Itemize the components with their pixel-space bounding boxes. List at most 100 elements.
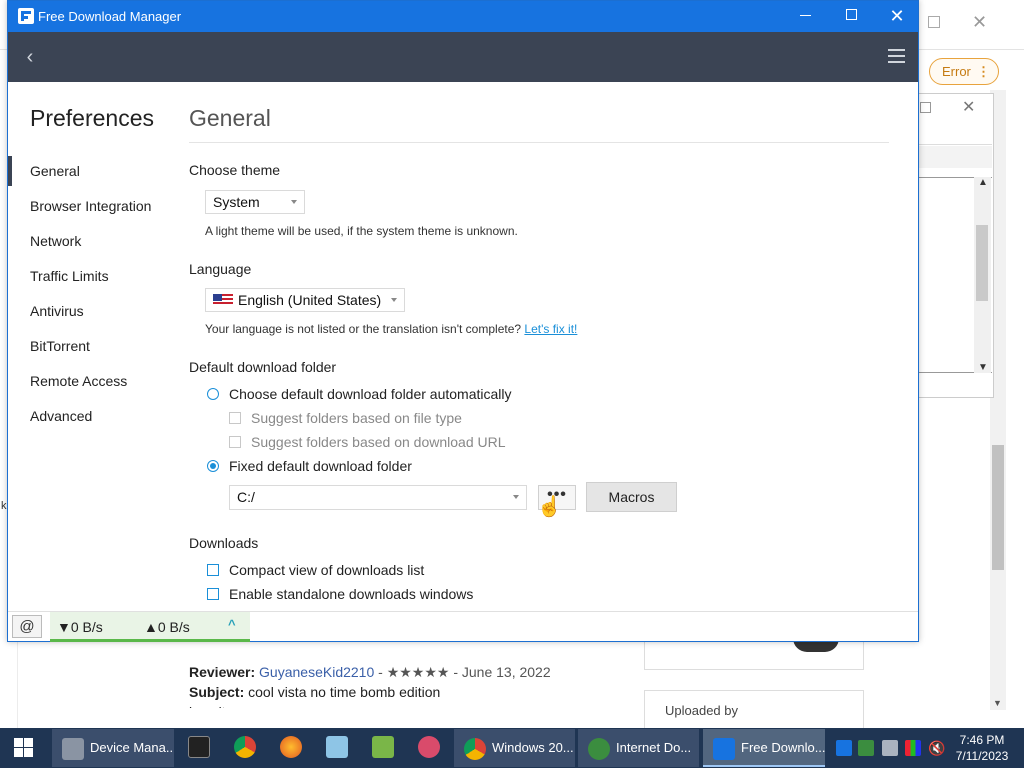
preferences-content: Preferences General Browser Integration … xyxy=(8,82,918,611)
subject-text: cool vista no time bomb edition xyxy=(244,684,441,700)
fix-translation-link[interactable]: Let's fix it! xyxy=(524,322,577,336)
preferences-title: Preferences xyxy=(30,105,155,131)
notepad-icon[interactable] xyxy=(326,736,348,758)
divider xyxy=(918,144,992,145)
volume-mute-icon[interactable]: 🔇 xyxy=(928,740,945,756)
snail-mode-icon[interactable]: @ xyxy=(12,615,42,638)
system-tray: 🔇 xyxy=(830,728,950,768)
taskbar-item-chrome-windows[interactable]: Windows 20... xyxy=(454,729,575,767)
theme-dropdown[interactable]: System xyxy=(205,190,305,214)
upload-speed: ▲0 B/s xyxy=(144,619,190,635)
suggest-url-label: Suggest folders based on download URL xyxy=(251,434,506,450)
scroll-down-icon[interactable]: ▼ xyxy=(978,362,988,373)
suggest-url-row: Suggest folders based on download URL xyxy=(229,433,506,451)
dialog-maximize-icon[interactable] xyxy=(920,102,931,113)
dialog-bar xyxy=(918,146,992,168)
folder-path-dropdown[interactable]: C:/ xyxy=(229,485,527,510)
minimize-button[interactable] xyxy=(782,1,828,32)
close-icon: ✕ xyxy=(889,6,905,26)
scroll-up-icon[interactable]: ▲ xyxy=(978,177,988,188)
back-button[interactable]: ‹ xyxy=(20,45,40,69)
fixed-folder-radio[interactable] xyxy=(207,459,219,472)
chrome-icon xyxy=(464,737,486,760)
nav-item-advanced[interactable]: Advanced xyxy=(8,401,178,436)
theme-value: System xyxy=(213,194,260,210)
background-maximize-icon[interactable] xyxy=(928,16,940,28)
fdm-toolbar: ‹ xyxy=(8,32,918,82)
standalone-windows-row[interactable]: Enable standalone downloads windows xyxy=(207,585,473,603)
review-block: Reviewer: GuyaneseKid2210 - ★★★★★ - June… xyxy=(189,662,551,708)
standalone-windows-checkbox[interactable] xyxy=(207,587,219,600)
preferences-nav: General Browser Integration Network Traf… xyxy=(8,156,178,436)
compact-view-checkbox[interactable] xyxy=(207,563,219,576)
chevron-down-icon xyxy=(291,200,297,204)
internet-download-icon xyxy=(588,737,610,760)
fdm-titlebar[interactable]: Free Download Manager ✕ xyxy=(8,1,918,32)
fdm-tray-icon[interactable] xyxy=(836,740,852,756)
nav-item-network[interactable]: Network xyxy=(8,226,178,261)
language-hint: Your language is not listed or the trans… xyxy=(205,322,577,336)
language-dropdown[interactable]: English (United States) xyxy=(205,288,405,312)
background-clipped-text: k xyxy=(1,500,7,512)
nav-item-bittorrent[interactable]: BitTorrent xyxy=(8,331,178,366)
terminal-icon[interactable] xyxy=(188,736,210,758)
fixed-folder-radio-row[interactable]: Fixed default download folder xyxy=(207,457,412,475)
taskbar-label: Internet Do... xyxy=(616,740,692,755)
uploaded-by-label: Uploaded by xyxy=(665,703,738,718)
background-dialog: ✕ ▲ ▼ xyxy=(918,93,994,398)
language-label: Language xyxy=(189,261,252,277)
maximize-button[interactable] xyxy=(828,1,874,32)
taskbar-label: Windows 20... xyxy=(492,740,574,755)
spreadsheet-icon[interactable] xyxy=(372,736,394,758)
auto-folder-radio[interactable] xyxy=(207,387,219,400)
taskbar-item-fdm[interactable]: Free Downlo... xyxy=(703,729,825,767)
dialog-close-icon[interactable]: ✕ xyxy=(962,97,975,117)
firefox-icon[interactable] xyxy=(280,736,302,758)
language-hint-text: Your language is not listed or the trans… xyxy=(205,322,522,336)
taskbar-clock[interactable]: 7:46 PM 7/11/2023 xyxy=(950,732,1014,764)
network-tray-icon[interactable] xyxy=(882,740,898,756)
auto-folder-radio-row[interactable]: Choose default download folder automatic… xyxy=(207,385,512,403)
downloads-label: Downloads xyxy=(189,535,259,551)
chrome-icon[interactable] xyxy=(234,736,256,758)
divider xyxy=(189,142,889,143)
more-vert-icon: ⋮ xyxy=(977,64,990,79)
nav-item-remote-access[interactable]: Remote Access xyxy=(8,366,178,401)
nav-item-traffic-limits[interactable]: Traffic Limits xyxy=(8,261,178,296)
dialog-scroll-thumb[interactable] xyxy=(976,225,988,301)
suggest-url-checkbox xyxy=(229,435,241,448)
review-meta: - ★★★★★ - June 13, 2022 xyxy=(374,664,551,680)
display-tray-icon[interactable] xyxy=(905,740,921,756)
status-bar: @ ▼0 B/s ▲0 B/s ^ xyxy=(8,611,918,642)
taskbar-item-internet-download[interactable]: Internet Do... xyxy=(578,729,699,767)
macros-button[interactable]: Macros xyxy=(586,482,677,512)
taskbar-item-device-manager[interactable]: Device Mana... xyxy=(52,729,174,767)
section-title: General xyxy=(189,105,271,131)
fixed-folder-label: Fixed default download folder xyxy=(229,458,412,474)
speed-indicator[interactable]: ▼0 B/s ▲0 B/s ^ xyxy=(50,612,250,642)
scroll-down-icon[interactable]: ▼ xyxy=(993,698,1002,708)
download-speed: ▼0 B/s xyxy=(57,619,103,635)
nav-item-general[interactable]: General xyxy=(8,156,178,191)
compact-view-row[interactable]: Compact view of downloads list xyxy=(207,561,424,579)
suggest-type-checkbox xyxy=(229,411,241,424)
reviewer-link[interactable]: GuyaneseKid2210 xyxy=(259,664,374,680)
suggest-type-row: Suggest folders based on file type xyxy=(229,409,462,427)
chevron-up-icon[interactable]: ^ xyxy=(228,617,236,632)
idm-tray-icon[interactable] xyxy=(858,740,874,756)
nav-item-browser-integration[interactable]: Browser Integration xyxy=(8,191,178,226)
close-button[interactable]: ✕ xyxy=(874,1,920,32)
dialog-scrollbar[interactable]: ▲ ▼ xyxy=(974,177,991,373)
nav-item-antivirus[interactable]: Antivirus xyxy=(8,296,178,331)
error-badge[interactable]: Error ⋮ xyxy=(929,58,999,85)
chevron-down-icon xyxy=(391,298,397,302)
background-scroll-thumb[interactable] xyxy=(992,445,1004,570)
background-close-icon[interactable]: ✕ xyxy=(972,12,987,33)
theme-hint: A light theme will be used, if the syste… xyxy=(205,224,518,238)
taskbar-label: Device Mana... xyxy=(90,740,174,755)
start-button[interactable] xyxy=(0,728,48,768)
download-folder-label: Default download folder xyxy=(189,359,337,375)
hamburger-menu-icon[interactable] xyxy=(888,49,906,64)
paint-icon[interactable] xyxy=(418,736,440,758)
side-card-uploader: Uploaded by xyxy=(644,690,864,730)
